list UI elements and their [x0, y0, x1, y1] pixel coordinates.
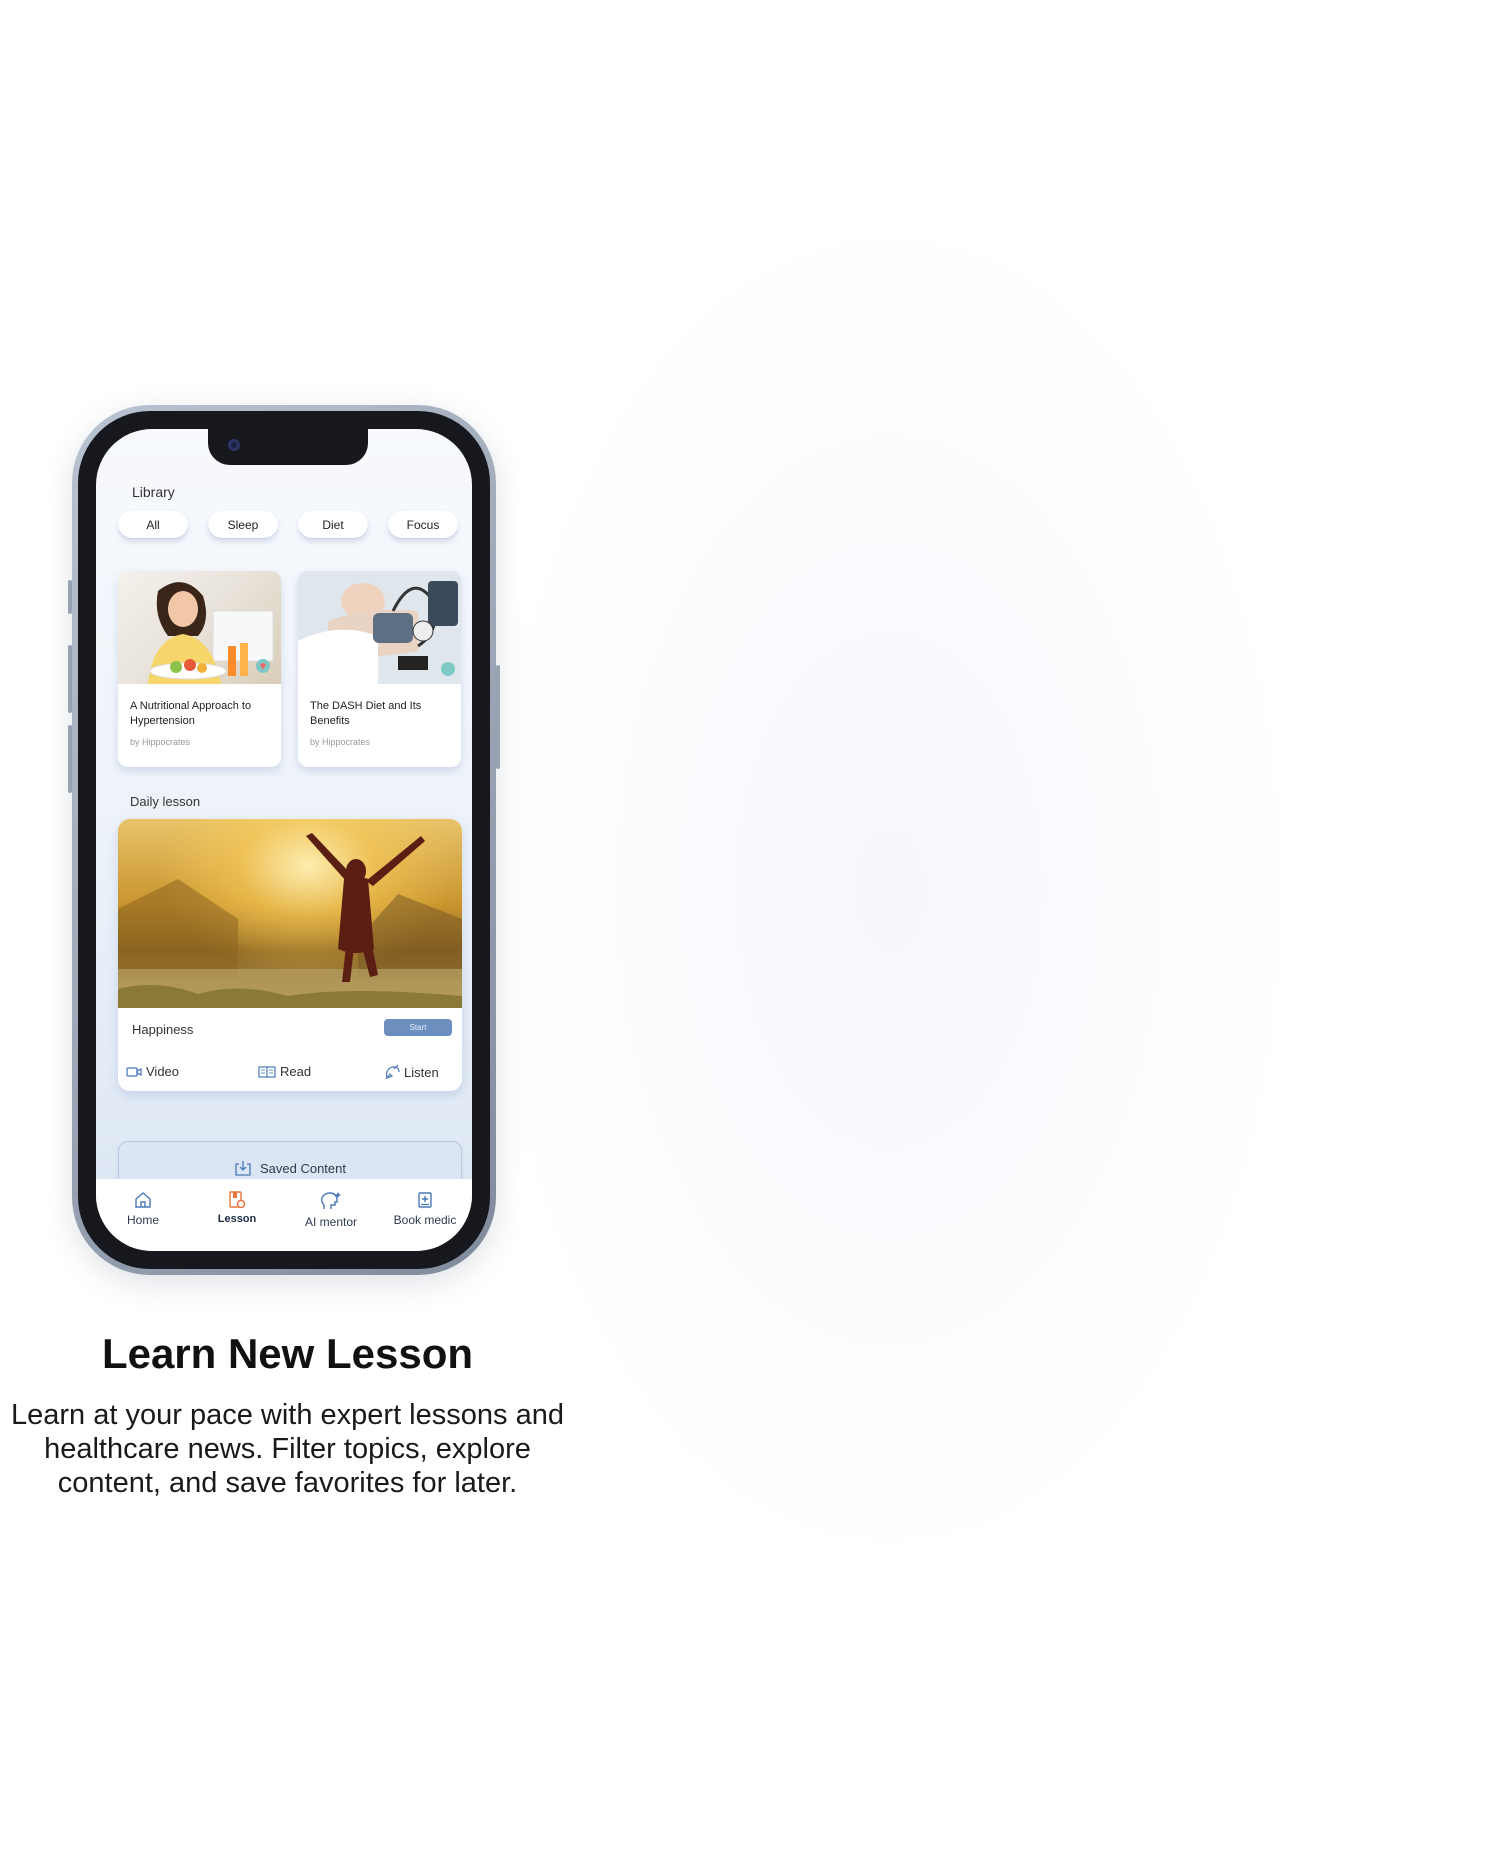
phone-frame: Library All Sleep Diet Focus A Nutrition… [68, 405, 500, 1275]
home-icon [135, 1192, 151, 1208]
volume-down-button [68, 725, 72, 793]
listen-action[interactable]: Listen [384, 1064, 439, 1080]
download-icon [235, 1161, 251, 1176]
lesson-card-image [298, 571, 461, 684]
tab-book-medic-label: Book medic [393, 1213, 457, 1227]
woman-eating-salad-image [148, 582, 274, 684]
video-icon [126, 1066, 142, 1077]
tab-home-label: Home [126, 1213, 159, 1227]
read-action[interactable]: Read [258, 1064, 311, 1079]
ai-mentor-icon [321, 1192, 341, 1209]
power-button [496, 665, 500, 769]
tab-home[interactable]: Home [99, 1191, 187, 1227]
notch [208, 429, 368, 465]
lesson-card-title: The DASH Diet and Its Benefits [310, 700, 422, 727]
chip-diet[interactable]: Diet [298, 511, 368, 539]
tab-lesson-label: Lesson [217, 1213, 257, 1225]
lesson-card-author: by Hippocrates [130, 737, 191, 747]
lesson-card-title: A Nutritional Approach to Hypertension [130, 700, 252, 727]
library-title: Library [132, 484, 175, 500]
tab-ai-mentor-label: AI mentor [304, 1215, 358, 1229]
background-glow [440, 140, 1340, 1640]
listen-label: Listen [404, 1064, 439, 1080]
camera-icon [228, 439, 240, 451]
blood-pressure-image [298, 571, 461, 684]
lesson-card[interactable]: The DASH Diet and Its Benefits by Hippoc… [298, 571, 461, 767]
lesson-name: Happiness [132, 1022, 194, 1037]
app-screen: Library All Sleep Diet Focus A Nutrition… [96, 429, 472, 1251]
book-icon [258, 1065, 276, 1078]
lesson-card-author: by Hippocrates [310, 737, 371, 747]
happy-woman-jumping-image [118, 833, 462, 1008]
chip-focus[interactable]: Focus [388, 511, 458, 539]
daily-lesson-image [118, 819, 462, 1008]
lesson-icon [229, 1191, 246, 1209]
read-label: Read [280, 1064, 312, 1079]
daily-lesson-title: Daily lesson [130, 794, 201, 809]
tab-ai-mentor[interactable]: AI mentor [287, 1191, 375, 1229]
phone-side-button [68, 580, 72, 614]
feature-description: Learn at your pace with expert lessons a… [11, 1399, 564, 1499]
video-action[interactable]: Video [126, 1064, 179, 1079]
lesson-card[interactable]: A Nutritional Approach to Hypertension b… [118, 571, 281, 767]
bottom-tab-bar: Home Lesson AI mentor Book medic [96, 1179, 472, 1251]
saved-content-label: Saved Content [259, 1160, 346, 1176]
lesson-card-image [118, 571, 281, 684]
daily-lesson-card[interactable]: Happiness Start Video Read Listen [118, 819, 462, 1091]
medical-book-icon [418, 1192, 432, 1208]
feature-headline: Learn New Lesson [101, 1330, 474, 1377]
tab-book-medic[interactable]: Book medic [381, 1191, 469, 1227]
start-button[interactable]: Start [384, 1019, 452, 1036]
volume-up-button [68, 645, 72, 713]
chip-sleep[interactable]: Sleep [208, 511, 278, 539]
filter-chips: All Sleep Diet Focus [118, 511, 458, 543]
tab-lesson[interactable]: Lesson [193, 1191, 281, 1225]
video-label: Video [146, 1064, 180, 1079]
phone-bezel: Library All Sleep Diet Focus A Nutrition… [78, 411, 490, 1269]
headphones-icon [385, 1064, 400, 1080]
chip-all[interactable]: All [118, 511, 188, 539]
